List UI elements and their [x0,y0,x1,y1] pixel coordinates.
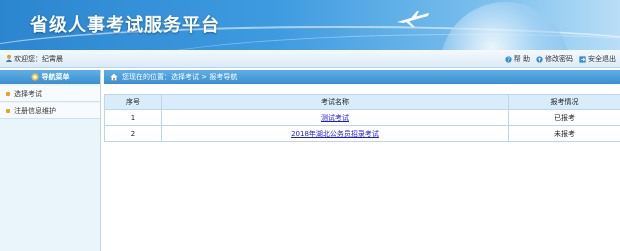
column-header-no: 序号 [104,94,162,110]
change-password-link[interactable]: 修改密码 [536,54,573,64]
user-icon [5,54,13,62]
logout-link[interactable]: 安全退出 [579,54,616,64]
column-header-exam-name: 考试名称 [161,94,509,110]
exam-name-cell: 测试考试 [161,109,509,126]
help-label: 帮 助 [513,55,530,63]
header-banner: 省级人事考试服务平台 [0,0,620,50]
sidebar-item-select-exam[interactable]: 选择考试 [0,86,100,102]
breadcrumb-text: 您现在的位置：选择考试 > 报考导航 [122,73,238,81]
status-cell: 已报考 [508,109,620,126]
row-number: 1 [104,109,162,126]
top-links: ? 帮 助 修改密码 安全退出 [505,54,616,64]
exam-link[interactable]: 2018年湖北公务员招录考试 [291,130,379,138]
bullet-icon [6,108,10,113]
table-row: 2 2018年湖北公务员招录考试 未报考 [104,125,620,142]
sidebar-item-label: 选择考试 [14,89,42,98]
exam-name-cell: 2018年湖北公务员招录考试 [161,125,509,142]
globe-graphic [440,2,570,50]
logout-label: 安全退出 [588,55,616,63]
sidebar-title: 导航菜单 [41,73,70,81]
column-header-status: 报考情况 [508,94,620,110]
status-cell: 未报考 [508,125,620,142]
exam-table: 序号 考试名称 报考情况 1 测试考试 已报考 2 2018年湖北公务员招录考试… [104,94,620,142]
sidebar-item-registration-info[interactable]: 注册信息维护 [0,103,100,119]
exam-link[interactable]: 测试考试 [321,114,349,122]
bullet-icon [6,91,10,96]
nav-menu-icon [30,73,39,81]
breadcrumb: 您现在的位置：选择考试 > 报考导航 [104,70,620,84]
help-link[interactable]: ? 帮 助 [505,54,530,64]
row-number: 2 [104,125,162,142]
airplane-icon [397,11,429,27]
site-title: 省级人事考试服务平台 [30,15,220,36]
top-bar: 欢迎您：纪霄晨 ? 帮 助 修改密码 安全退出 [0,50,620,68]
svg-text:?: ? [507,57,510,62]
welcome-text: 欢迎您：纪霄晨 [14,55,63,63]
table-row: 1 测试考试 已报考 [104,109,620,126]
logout-icon [579,55,586,63]
home-icon [110,73,118,81]
sidebar-item-label: 注册信息维护 [14,106,56,115]
change-password-label: 修改密码 [545,55,573,63]
sidebar-header: 导航菜单 [0,70,100,84]
table-header-row: 序号 考试名称 报考情况 [104,94,620,110]
help-icon: ? [505,55,512,63]
key-icon [536,55,543,63]
sidebar: 导航菜单 选择考试 注册信息维护 [0,70,101,251]
